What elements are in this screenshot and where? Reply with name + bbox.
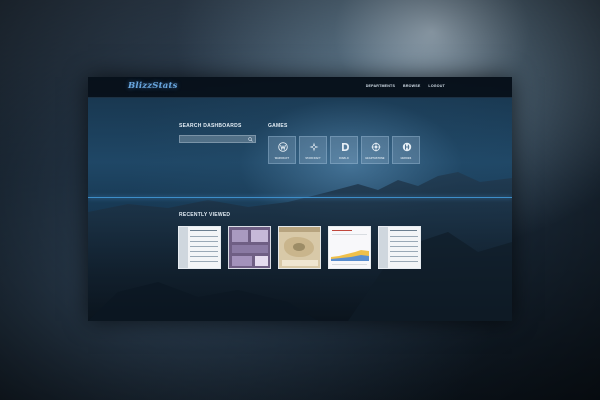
recent-dashboard-thumbnail[interactable]: [378, 226, 421, 269]
nav-logout[interactable]: LOGOUT: [428, 84, 445, 88]
recent-dashboard-thumbnail[interactable]: [178, 226, 221, 269]
nav-browse[interactable]: BROWSE: [403, 84, 420, 88]
game-tile-starcraft[interactable]: STARCRAFT: [299, 136, 327, 164]
recently-viewed-title: RECENTLY VIEWED: [179, 212, 231, 218]
game-name: HEROES: [400, 157, 412, 160]
area-chart-preview: [331, 250, 369, 261]
recent-dashboard-thumbnail[interactable]: [328, 226, 371, 269]
game-name: DIABLO: [339, 157, 349, 160]
heroes-icon: [402, 142, 412, 152]
search-section-title: SEARCH DASHBOARDS: [179, 123, 242, 129]
app-logo[interactable]: BlizzStats: [128, 81, 178, 91]
game-tile-hearthstone[interactable]: HEARTHSTONE: [361, 136, 389, 164]
main-nav: DEPARTMENTS BROWSE LOGOUT: [366, 84, 445, 88]
starcraft-icon: [309, 142, 319, 152]
top-navigation-bar: BlizzStats DEPARTMENTS BROWSE LOGOUT: [88, 77, 512, 98]
search-input[interactable]: [179, 135, 256, 143]
game-tile-heroes[interactable]: HEROES: [392, 136, 420, 164]
game-name: STARCRAFT: [305, 157, 321, 160]
game-tile-warcraft[interactable]: WARCRAFT: [268, 136, 296, 164]
search-icon[interactable]: [248, 137, 253, 142]
games-section-title: GAMES: [268, 123, 288, 129]
recently-viewed-list: [178, 226, 421, 269]
diablo-icon: [342, 143, 349, 151]
recent-dashboard-thumbnail[interactable]: [278, 226, 321, 269]
recent-dashboard-thumbnail[interactable]: [228, 226, 271, 269]
app-window: BlizzStats DEPARTMENTS BROWSE LOGOUT SEA…: [88, 77, 512, 321]
section-divider: [88, 197, 512, 198]
game-tile-diablo[interactable]: DIABLO: [330, 136, 358, 164]
game-name: HEARTHSTONE: [365, 157, 385, 160]
game-name: WARCRAFT: [274, 157, 290, 160]
nav-departments[interactable]: DEPARTMENTS: [366, 84, 395, 88]
games-list: WARCRAFT STARCRAFT DIABLO HEARTHSTONE HE…: [268, 136, 420, 164]
hearthstone-icon: [371, 142, 381, 152]
warcraft-icon: [278, 142, 288, 152]
